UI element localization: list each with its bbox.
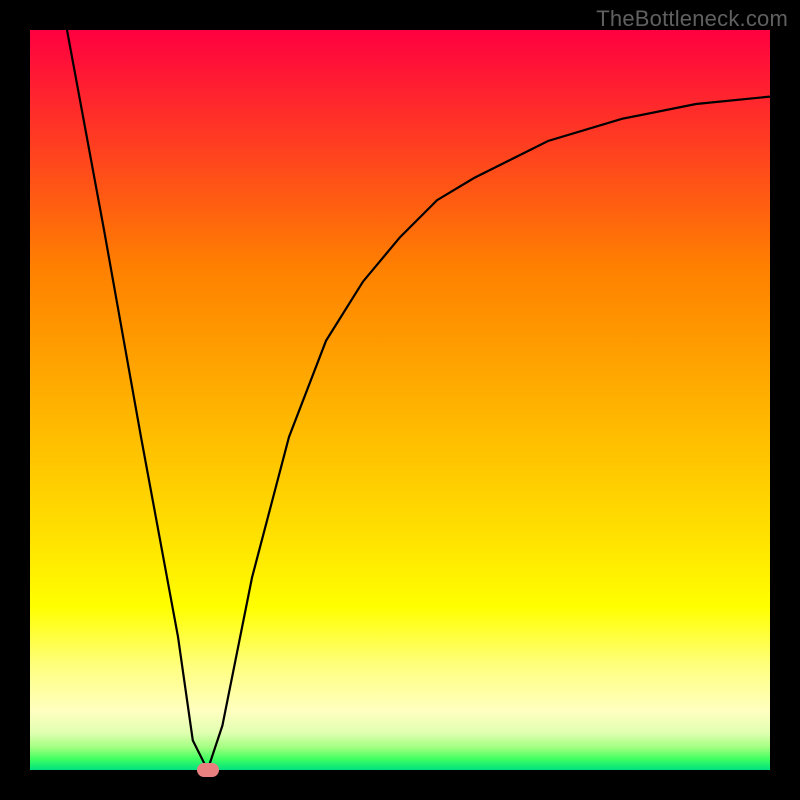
curve-path: [67, 30, 770, 770]
watermark-text: TheBottleneck.com: [596, 6, 788, 32]
optimal-point-marker: [197, 763, 219, 777]
chart-plot-area: [30, 30, 770, 770]
bottleneck-curve: [30, 30, 770, 770]
chart-frame: TheBottleneck.com: [0, 0, 800, 800]
